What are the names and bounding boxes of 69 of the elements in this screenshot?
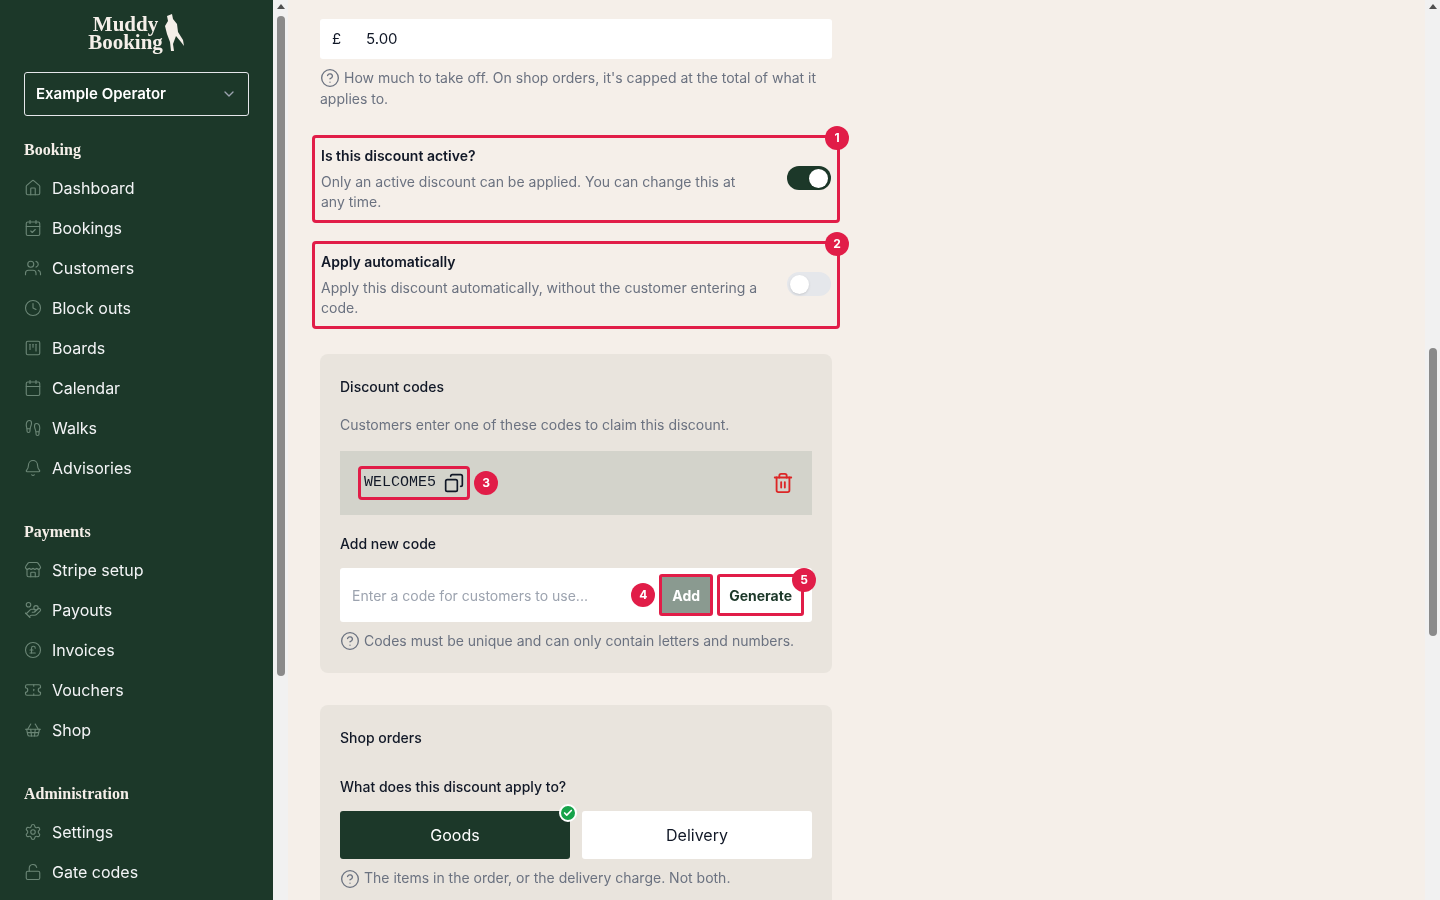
nav-item[interactable]: Gate codes — [24, 852, 249, 892]
nav-item[interactable]: Stripe setup — [24, 550, 249, 590]
nav-item[interactable]: Vouchers — [24, 670, 249, 710]
card-description: Customers enter one of these codes to claim this discount. — [340, 415, 731, 436]
amount-field[interactable]: £ 5.00 — [320, 19, 832, 59]
pound-coin-icon — [24, 641, 42, 659]
number-marker: 3 — [474, 471, 498, 496]
ticket-icon — [24, 681, 42, 699]
setting-description: Apply this discount automatically, without the customer entering a code. — [321, 278, 759, 319]
nav-item[interactable]: Payouts — [24, 590, 249, 630]
check-icon — [559, 804, 577, 823]
amount-input[interactable]: 5.00 — [366, 27, 820, 51]
copy-icon[interactable] — [444, 473, 464, 494]
bell-icon — [24, 459, 42, 477]
basket-icon — [24, 721, 42, 739]
store-icon — [24, 561, 42, 579]
settings-icon — [24, 823, 42, 841]
setting-title: Is this discount active? — [321, 146, 477, 167]
nav-item[interactable]: Settings — [24, 812, 249, 852]
operator-dropdown[interactable]: Example Operator — [24, 72, 249, 116]
setting-title: Apply automatically — [321, 252, 457, 273]
section-heading: Payments — [24, 522, 92, 543]
scrollbar-thumb[interactable] — [276, 16, 285, 676]
number-marker: 2 — [825, 232, 849, 257]
currency-prefix: £ — [332, 27, 343, 50]
users-icon — [24, 259, 42, 277]
padlock-icon — [24, 863, 42, 881]
nav-item[interactable]: Advisories — [24, 448, 249, 488]
option-button[interactable]: Goods — [340, 811, 570, 860]
option-button[interactable]: Delivery — [582, 811, 812, 860]
field-label: Add new code — [340, 534, 438, 555]
scrollbar-thumb[interactable] — [1428, 348, 1437, 636]
section-heading: Booking — [24, 140, 82, 161]
dog-icon — [162, 14, 185, 52]
nav-item[interactable]: Boards — [24, 328, 249, 368]
toggle-switch[interactable] — [787, 272, 831, 297]
help-icon — [340, 631, 360, 652]
help-text: The items in the order, or the delivery charge. Not both. — [340, 867, 731, 889]
nav-item[interactable]: Block outs — [24, 288, 249, 328]
nav-item[interactable]: Invoices — [24, 630, 249, 670]
code-chip[interactable]: WELCOME5 — [358, 466, 470, 501]
board-icon — [24, 339, 42, 357]
nav-item[interactable]: Customers — [24, 248, 249, 288]
calendar-icon — [24, 379, 42, 397]
number-marker: 4 — [631, 583, 656, 608]
card-title: Discount codes — [340, 377, 445, 398]
code-input[interactable]: Enter a code for customers to use... — [352, 584, 632, 606]
nav-item[interactable]: Walks — [24, 408, 249, 448]
clock-icon — [24, 299, 42, 317]
card-title: Shop orders — [340, 728, 423, 749]
help-icon — [340, 868, 360, 889]
number-marker: 1 — [825, 126, 849, 151]
help-icon — [320, 68, 340, 89]
section-heading: Administration — [24, 784, 130, 804]
footprints-icon — [24, 419, 42, 437]
help-text: How much to take off. On shop orders, it's capped at the total of what it applies to. — [320, 67, 818, 110]
nav-item[interactable]: Dashboard — [24, 168, 249, 208]
calendar-check-icon — [24, 219, 42, 237]
hand-coins-icon — [24, 601, 42, 619]
delete-icon[interactable] — [772, 472, 794, 495]
nav-item[interactable]: Shop — [24, 710, 249, 750]
help-text: Codes must be unique and can only contain letters and numbers. — [340, 630, 795, 652]
setting-description: Only an active discount can be applied. You can change this at any time. — [321, 172, 737, 213]
nav-item[interactable]: Calendar — [24, 368, 249, 408]
house-icon — [24, 179, 42, 197]
field-label: What does this discount apply to? — [340, 777, 568, 798]
nav-item[interactable]: Bookings — [24, 208, 249, 248]
number-marker: 5 — [792, 568, 816, 593]
toggle-switch[interactable] — [787, 166, 831, 191]
